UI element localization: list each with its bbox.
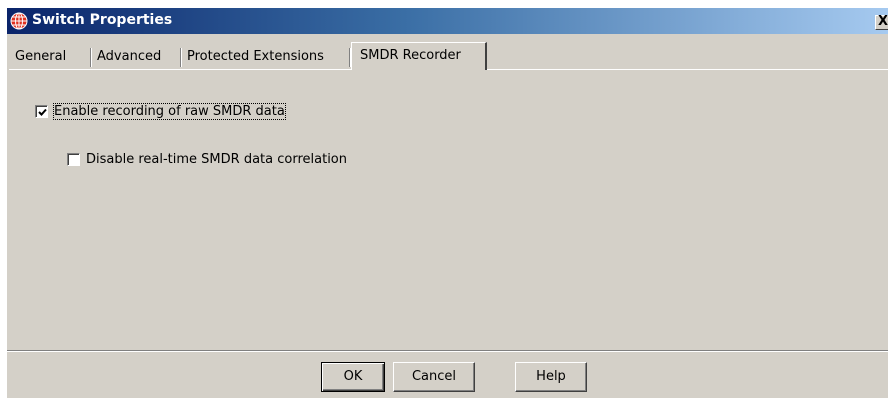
disable-correlation-option[interactable]: Disable real-time SMDR data correlation: [67, 152, 347, 167]
tab-separator: [180, 48, 182, 67]
switch-properties-dialog: Switch Properties X General Advanced Pro…: [6, 8, 888, 398]
help-button[interactable]: Help: [515, 362, 587, 392]
ok-button[interactable]: OK: [321, 362, 385, 392]
globe-icon: [10, 12, 28, 30]
smdr-recorder-panel: Enable recording of raw SMDR data Disabl…: [9, 69, 888, 350]
button-bar-divider: [7, 350, 888, 352]
tab-general[interactable]: General: [11, 46, 89, 68]
tab-separator: [90, 48, 92, 67]
tab-smdr-recorder[interactable]: SMDR Recorder: [351, 42, 487, 70]
enable-recording-option[interactable]: Enable recording of raw SMDR data: [35, 103, 286, 120]
disable-correlation-checkbox[interactable]: [67, 153, 80, 166]
window-title: Switch Properties: [32, 12, 173, 28]
checkmark-icon: [38, 108, 47, 116]
enable-recording-label[interactable]: Enable recording of raw SMDR data: [53, 103, 286, 120]
title-bar[interactable]: Switch Properties X: [7, 8, 888, 34]
tab-protected-extensions[interactable]: Protected Extensions: [183, 46, 349, 68]
close-button[interactable]: X: [875, 15, 888, 30]
disable-correlation-label[interactable]: Disable real-time SMDR data correlation: [86, 152, 347, 167]
enable-recording-checkbox[interactable]: [35, 105, 48, 118]
cancel-button[interactable]: Cancel: [393, 362, 475, 392]
tab-advanced[interactable]: Advanced: [93, 46, 179, 68]
